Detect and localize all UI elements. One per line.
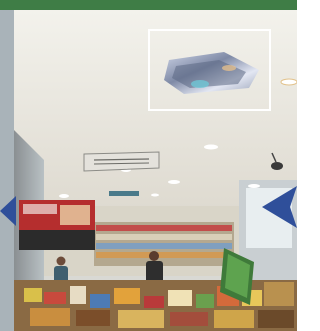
left-arrow-icon [0, 196, 16, 226]
promo-sign [19, 200, 95, 250]
back-shelves [94, 222, 234, 266]
top-green-band [0, 0, 297, 10]
air-conditioner-unit [83, 151, 160, 172]
highlight-box [148, 29, 271, 111]
ceiling-sign [109, 191, 139, 196]
right-arrow-icon [262, 186, 297, 228]
left-edge-strip [0, 10, 14, 331]
store-photo-panel [0, 0, 297, 331]
